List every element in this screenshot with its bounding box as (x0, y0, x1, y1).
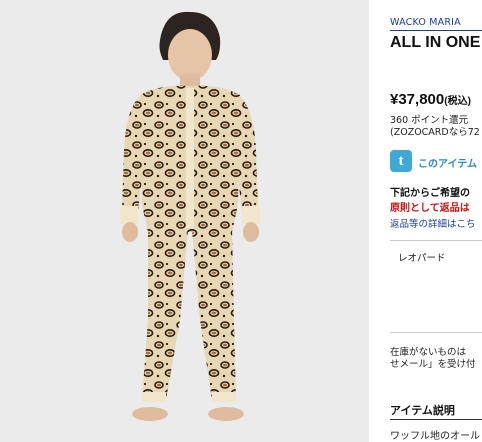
return-policy-link[interactable]: 返品等の詳細はこち (390, 216, 476, 230)
color-option-leopard[interactable]: レオパード (398, 250, 446, 264)
product-title: ALL IN ONE (390, 34, 481, 51)
brand-divider (390, 30, 482, 31)
product-photo[interactable] (0, 0, 369, 442)
item-description-heading: アイテム説明 (390, 404, 455, 417)
description-divider (390, 419, 482, 420)
item-description-text: ワッフル地のオール (390, 431, 480, 442)
product-price: ¥37,800(税込) (390, 91, 471, 108)
twitter-icon[interactable]: t (390, 150, 412, 172)
return-warning: 原則として返品は (390, 203, 470, 214)
options-divider (390, 240, 482, 241)
product-image (0, 0, 369, 442)
select-prompt: 下記からご希望の (390, 188, 470, 199)
price-value: ¥37,800 (390, 91, 445, 108)
tax-note: (税込) (444, 96, 471, 107)
stock-divider (390, 332, 482, 333)
zozocard-text: (ZOZOCARDなら72 (390, 127, 480, 138)
stock-notice-line2: せメール」を受け付 (390, 359, 476, 370)
tweet-label[interactable]: このアイテム (418, 155, 477, 170)
product-info-column: WACKO MARIA ALL IN ONE ¥37,800(税込) 360 ポ… (384, 0, 482, 442)
brand-link[interactable]: WACKO MARIA (390, 17, 461, 28)
